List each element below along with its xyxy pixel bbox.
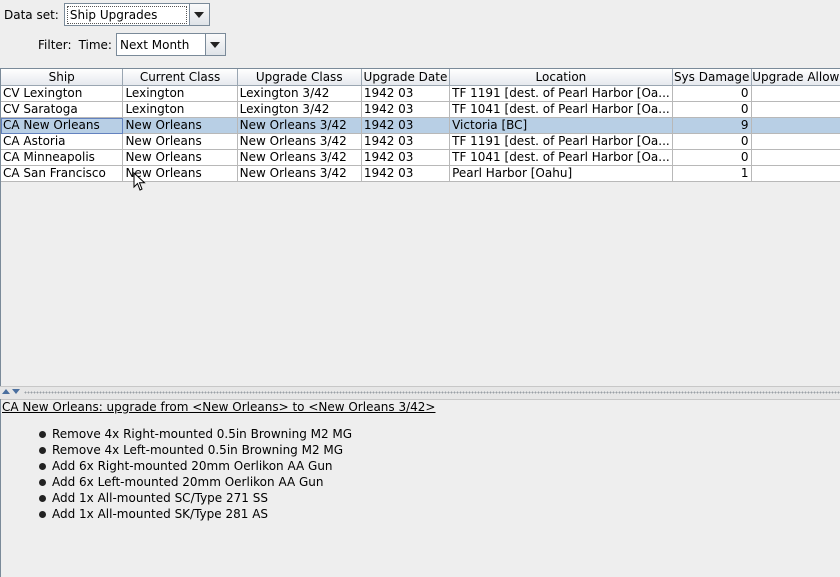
- cell-ship: CV Lexington: [1, 85, 124, 102]
- bullet-icon: [39, 494, 46, 502]
- cell-current-class: New Orleans: [122, 149, 238, 166]
- time-dropdown-button[interactable]: [204, 34, 225, 55]
- filter-row: Filter: Time: Next Month: [0, 32, 226, 57]
- collapse-up-icon[interactable]: [2, 389, 10, 394]
- bullet-icon: [39, 446, 46, 454]
- column-header-sys-damage[interactable]: Sys Damage: [672, 69, 752, 86]
- dataset-combobox[interactable]: Ship Upgrades: [63, 3, 210, 26]
- dataset-label: Data set:: [4, 7, 59, 22]
- cell-upgrade-class: Lexington 3/42: [237, 85, 362, 102]
- cell-upgrade-class: New Orleans 3/42: [237, 165, 362, 182]
- bullet-icon: [39, 478, 46, 486]
- divider-grip: [24, 391, 840, 394]
- table-row[interactable]: CV Saratoga Lexington Lexington 3/42 194…: [1, 101, 840, 118]
- cell-location: TF 1041 [dest. of Pearl Harbor [Oa...: [449, 101, 673, 118]
- column-header-upgrade-allow[interactable]: Upgrade Allow: [751, 69, 840, 86]
- cell-upgrade-allow: [751, 149, 840, 166]
- cell-location: TF 1191 [dest. of Pearl Harbor [Oa...: [449, 85, 673, 102]
- cell-ship: CA Astoria: [1, 133, 124, 150]
- upgrade-items-list: Remove 4x Right-mounted 0.5in Browning M…: [39, 426, 352, 522]
- column-header-upgrade-class[interactable]: Upgrade Class: [237, 69, 362, 86]
- time-combobox[interactable]: Next Month: [115, 33, 226, 56]
- column-header-upgrade-date[interactable]: Upgrade Date: [361, 69, 451, 86]
- cell-upgrade-date: 1942 03: [361, 101, 451, 118]
- list-item: Add 1x All-mounted SC/Type 271 SS: [39, 490, 352, 506]
- list-item: Add 1x All-mounted SK/Type 281 AS: [39, 506, 352, 522]
- list-item-text: Add 6x Right-mounted 20mm Oerlikon AA Gu…: [52, 459, 333, 473]
- cell-location: Pearl Harbor [Oahu]: [449, 165, 673, 182]
- dataset-row: Data set: Ship Upgrades: [0, 2, 210, 27]
- cell-sys-damage: 1: [672, 165, 752, 182]
- table-row[interactable]: CA Minneapolis New Orleans New Orleans 3…: [1, 149, 840, 166]
- cell-upgrade-date: 1942 03: [361, 133, 451, 150]
- cell-sys-damage: 0: [672, 133, 752, 150]
- chevron-down-icon: [210, 41, 221, 48]
- bullet-icon: [39, 462, 46, 470]
- cell-upgrade-allow: [751, 117, 840, 134]
- table-row-selected[interactable]: CA New Orleans New Orleans New Orleans 3…: [1, 117, 840, 134]
- list-item-text: Remove 4x Left-mounted 0.5in Browning M2…: [52, 443, 344, 457]
- list-item: Remove 4x Right-mounted 0.5in Browning M…: [39, 426, 352, 442]
- cell-location: Victoria [BC]: [449, 117, 673, 134]
- table-row[interactable]: CA Astoria New Orleans New Orleans 3/42 …: [1, 133, 840, 150]
- collapse-down-icon[interactable]: [12, 389, 20, 394]
- cell-upgrade-date: 1942 03: [361, 165, 451, 182]
- cell-upgrade-allow: [751, 101, 840, 118]
- cell-ship: CA San Francisco: [1, 165, 124, 182]
- ship-upgrades-table[interactable]: Ship Current Class Upgrade Class Upgrade…: [0, 68, 840, 387]
- list-item: Add 6x Left-mounted 20mm Oerlikon AA Gun: [39, 474, 352, 490]
- cell-sys-damage: 9: [672, 117, 752, 134]
- list-item-text: Add 6x Left-mounted 20mm Oerlikon AA Gun: [52, 475, 324, 489]
- cell-current-class: New Orleans: [122, 133, 238, 150]
- cell-current-class: New Orleans: [122, 117, 238, 134]
- bullet-icon: [39, 430, 46, 438]
- cell-upgrade-class: New Orleans 3/42: [237, 117, 362, 134]
- cell-upgrade-class: New Orleans 3/42: [237, 133, 362, 150]
- cell-upgrade-date: 1942 03: [361, 85, 451, 102]
- list-item-text: Add 1x All-mounted SC/Type 271 SS: [52, 491, 268, 505]
- cell-ship: CA Minneapolis: [1, 149, 124, 166]
- cell-upgrade-allow: [751, 165, 840, 182]
- upgrade-detail-title: CA New Orleans: upgrade from <New Orlean…: [2, 400, 436, 414]
- column-header-current-class[interactable]: Current Class: [122, 69, 238, 86]
- cell-ship: CV Saratoga: [1, 101, 124, 118]
- cell-sys-damage: 0: [672, 149, 752, 166]
- split-pane-divider[interactable]: [0, 386, 840, 400]
- column-header-ship[interactable]: Ship: [1, 69, 124, 86]
- cell-upgrade-date: 1942 03: [361, 117, 451, 134]
- upgrade-detail-panel: CA New Orleans: upgrade from <New Orlean…: [0, 399, 840, 577]
- cell-upgrade-allow: [751, 85, 840, 102]
- table-header: Ship Current Class Upgrade Class Upgrade…: [1, 69, 840, 86]
- dataset-value: Ship Upgrades: [66, 5, 187, 24]
- time-label: Time:: [78, 37, 112, 52]
- list-item-text: Add 1x All-mounted SK/Type 281 AS: [52, 507, 269, 521]
- list-item: Add 6x Right-mounted 20mm Oerlikon AA Gu…: [39, 458, 352, 474]
- cell-location: TF 1191 [dest. of Pearl Harbor [Oa...: [449, 133, 673, 150]
- time-value: Next Month: [119, 37, 190, 52]
- cell-upgrade-date: 1942 03: [361, 149, 451, 166]
- column-header-location[interactable]: Location: [449, 69, 673, 86]
- cell-location: TF 1041 [dest. of Pearl Harbor [Oa...: [449, 149, 673, 166]
- list-item: Remove 4x Left-mounted 0.5in Browning M2…: [39, 442, 352, 458]
- mouse-pointer-icon: [133, 172, 146, 191]
- bullet-icon: [39, 510, 46, 518]
- cell-current-class: Lexington: [122, 101, 238, 118]
- cell-upgrade-allow: [751, 133, 840, 150]
- filter-label: Filter:: [38, 37, 72, 52]
- list-item-text: Remove 4x Right-mounted 0.5in Browning M…: [52, 427, 353, 441]
- cell-upgrade-class: Lexington 3/42: [237, 101, 362, 118]
- cell-sys-damage: 0: [672, 101, 752, 118]
- cell-upgrade-class: New Orleans 3/42: [237, 149, 362, 166]
- cell-ship: CA New Orleans: [1, 117, 124, 134]
- cell-current-class: Lexington: [122, 85, 238, 102]
- table-row[interactable]: CA San Francisco New Orleans New Orleans…: [1, 165, 840, 182]
- split-arrows: [2, 389, 20, 394]
- dataset-dropdown-button[interactable]: [188, 4, 209, 25]
- cell-sys-damage: 0: [672, 85, 752, 102]
- chevron-down-icon: [194, 11, 205, 18]
- table-row[interactable]: CV Lexington Lexington Lexington 3/42 19…: [1, 85, 840, 102]
